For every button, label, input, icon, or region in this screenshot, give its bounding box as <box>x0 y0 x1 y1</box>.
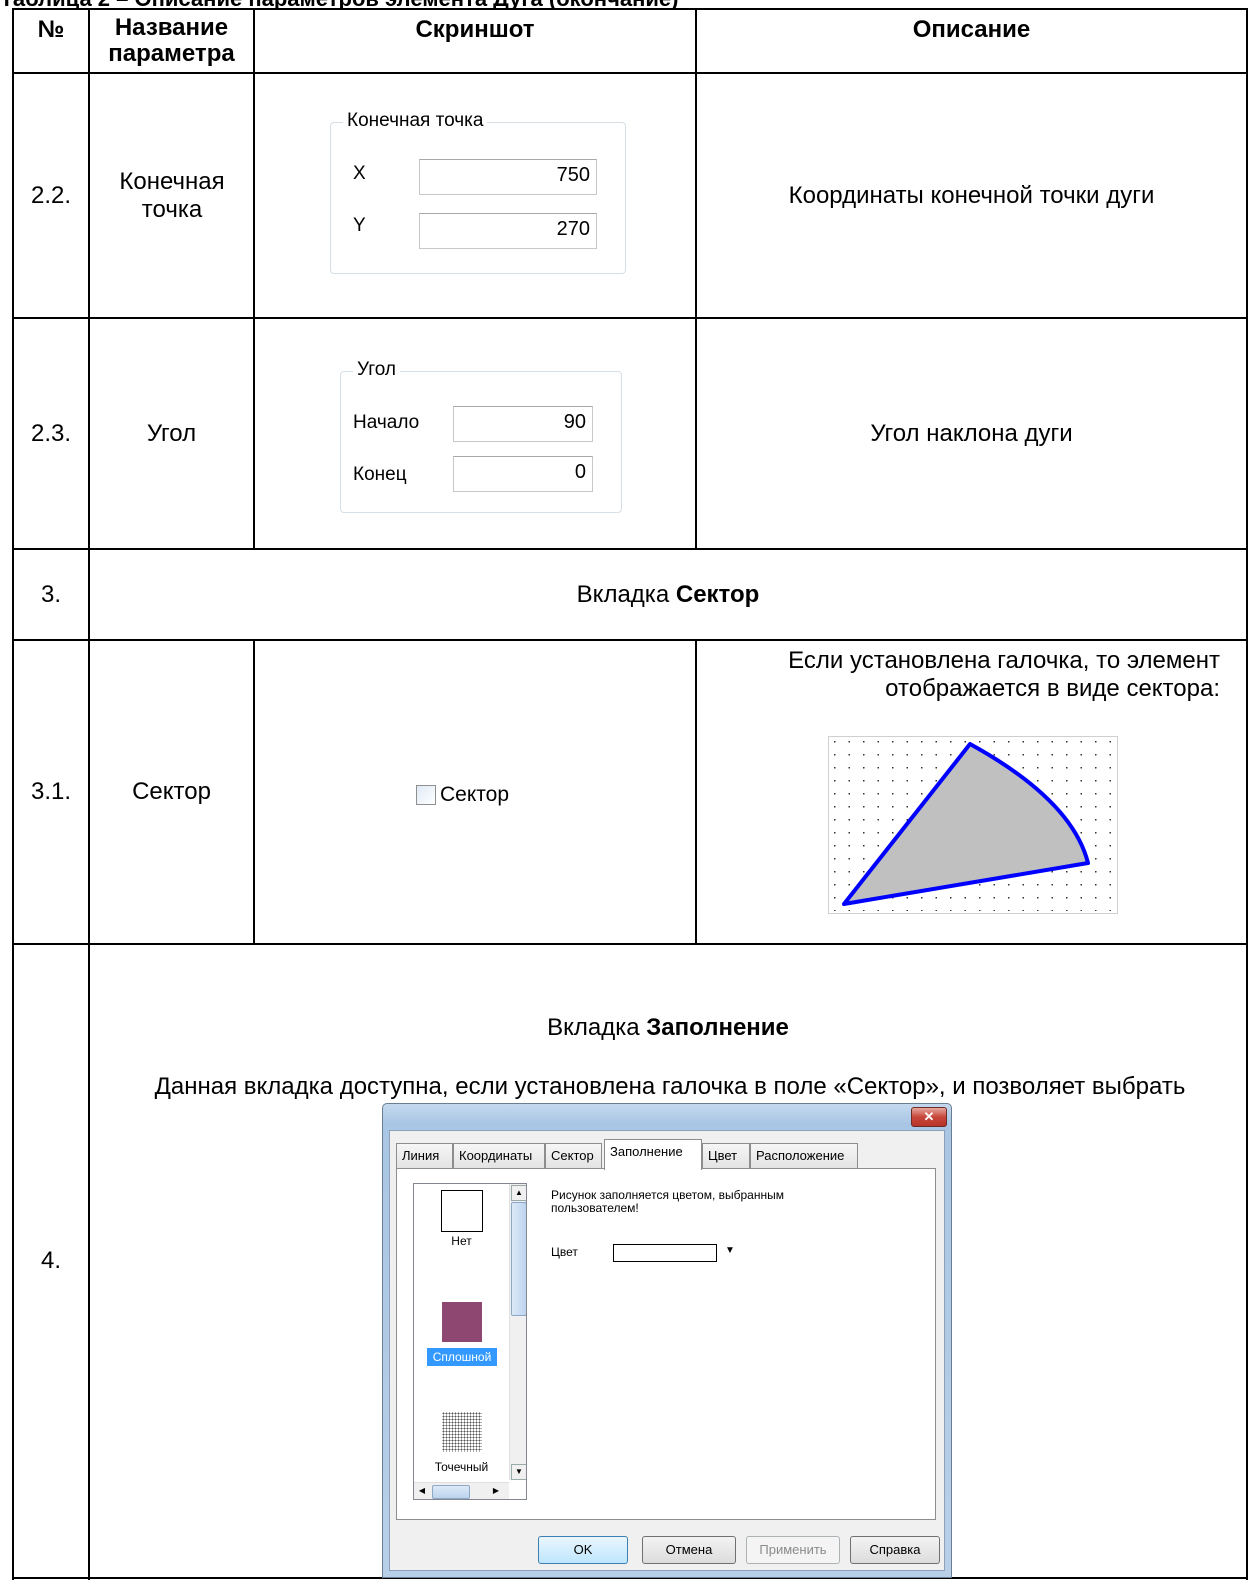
end-point-group: Конечная точка X 750 Y 270 <box>330 110 626 274</box>
fill-none-swatch <box>441 1190 483 1232</box>
tab-color[interactable]: Цвет <box>702 1143 750 1169</box>
horizontal-scrollbar[interactable]: ◀ ▶ <box>414 1482 509 1499</box>
checkbox-label: Сектор <box>440 783 510 806</box>
fill-type-list[interactable]: Нет Сплошной Точечный ▲ ▼ ◀ ▶ <box>413 1183 527 1500</box>
section-title-bold: Заполнение <box>646 1014 789 1041</box>
start-input[interactable]: 90 <box>453 406 593 442</box>
color-swatch <box>613 1244 717 1262</box>
description: Координаты конечной точки дуги <box>788 181 1155 209</box>
x-input[interactable]: 750 <box>419 159 597 195</box>
scroll-thumb[interactable] <box>511 1202 526 1316</box>
fill-none-label: Нет <box>451 1234 472 1248</box>
scroll-right-icon[interactable]: ▶ <box>490 1485 502 1497</box>
tab-line[interactable]: Линия <box>396 1143 453 1169</box>
y-input[interactable]: 270 <box>419 213 597 249</box>
row-number: 4. <box>40 1247 61 1274</box>
tab-coordinates[interactable]: Координаты <box>453 1143 545 1169</box>
list-item[interactable]: Сплошной <box>414 1296 509 1376</box>
parameter-name: Угол <box>146 419 197 447</box>
x-label: X <box>353 163 366 184</box>
header-number: № <box>37 16 65 43</box>
header-description: Описание <box>912 16 1031 43</box>
fill-info-text: Рисунок заполняется цветом, выбранным по… <box>551 1188 784 1215</box>
parameter-name: Сектор <box>132 778 211 805</box>
fill-dotted-label: Точечный <box>434 1460 489 1474</box>
end-label: Конец <box>353 464 407 485</box>
color-dropdown[interactable]: ▼ <box>609 1241 745 1265</box>
fill-dialog: ✕ Линия Координаты Сектор Заполнение Цве… <box>382 1103 952 1578</box>
cancel-button[interactable]: Отмена <box>642 1536 736 1564</box>
help-button[interactable]: Справка <box>850 1536 940 1564</box>
end-input[interactable]: 0 <box>453 456 593 492</box>
tab-page: Нет Сплошной Точечный ▲ ▼ ◀ ▶ Рисунок за… <box>396 1168 936 1520</box>
fill-dotted-swatch <box>442 1412 482 1452</box>
checkbox-box[interactable] <box>416 785 436 805</box>
group-title: Конечная точка <box>343 110 488 132</box>
ok-button[interactable]: OK <box>538 1536 628 1564</box>
fill-solid-label: Сплошной <box>427 1348 497 1366</box>
scroll-left-icon[interactable]: ◀ <box>416 1485 428 1497</box>
header-parameter-name: Название параметра <box>108 14 235 67</box>
section-title-prefix: Вкладка <box>547 1014 647 1041</box>
parameter-name: Конечная точка <box>119 167 225 223</box>
tab-fill[interactable]: Заполнение <box>604 1139 702 1170</box>
section-title-bold: Сектор <box>675 580 760 608</box>
angle-group: Угол Начало 90 Конец 0 <box>340 359 622 513</box>
sector-preview-image <box>828 736 1118 914</box>
tab-sector[interactable]: Сектор <box>545 1143 602 1169</box>
scroll-up-icon[interactable]: ▲ <box>511 1185 526 1201</box>
row-number: 3.1. <box>30 778 72 805</box>
row-number: 2.2. <box>30 181 72 209</box>
row-number: 2.3. <box>30 419 72 447</box>
tab-position[interactable]: Расположение <box>750 1143 858 1169</box>
fill-solid-swatch <box>442 1302 482 1342</box>
vertical-scrollbar[interactable]: ▲ ▼ <box>509 1184 526 1480</box>
section-title: Вкладка Сектор <box>90 550 1246 639</box>
chevron-down-icon[interactable]: ▼ <box>725 1245 735 1256</box>
row-number: 3. <box>40 580 61 608</box>
y-label: Y <box>353 215 366 236</box>
section-title-prefix: Вкладка <box>576 580 676 608</box>
sector-checkbox[interactable]: Сектор <box>416 782 509 808</box>
tab-strip: Линия Координаты Сектор Заполнение Цвет … <box>396 1139 936 1170</box>
scroll-down-icon[interactable]: ▼ <box>511 1464 526 1480</box>
scroll-hthumb[interactable] <box>432 1485 470 1499</box>
description: Если установлена галочка, то элемент ото… <box>788 647 1220 702</box>
list-item[interactable]: Точечный <box>414 1406 509 1486</box>
apply-button[interactable]: Применить <box>746 1536 840 1564</box>
dialog-body: Линия Координаты Сектор Заполнение Цвет … <box>389 1130 945 1571</box>
start-label: Начало <box>353 412 420 433</box>
description: Угол наклона дуги <box>870 419 1073 447</box>
color-label: Цвет <box>551 1245 578 1259</box>
close-button[interactable]: ✕ <box>911 1107 947 1127</box>
header-screenshot: Скриншот <box>415 16 535 43</box>
section-title: Вкладка Заполнение <box>90 1014 1246 1042</box>
group-title: Угол <box>353 359 400 381</box>
list-item[interactable]: Нет <box>414 1184 509 1274</box>
